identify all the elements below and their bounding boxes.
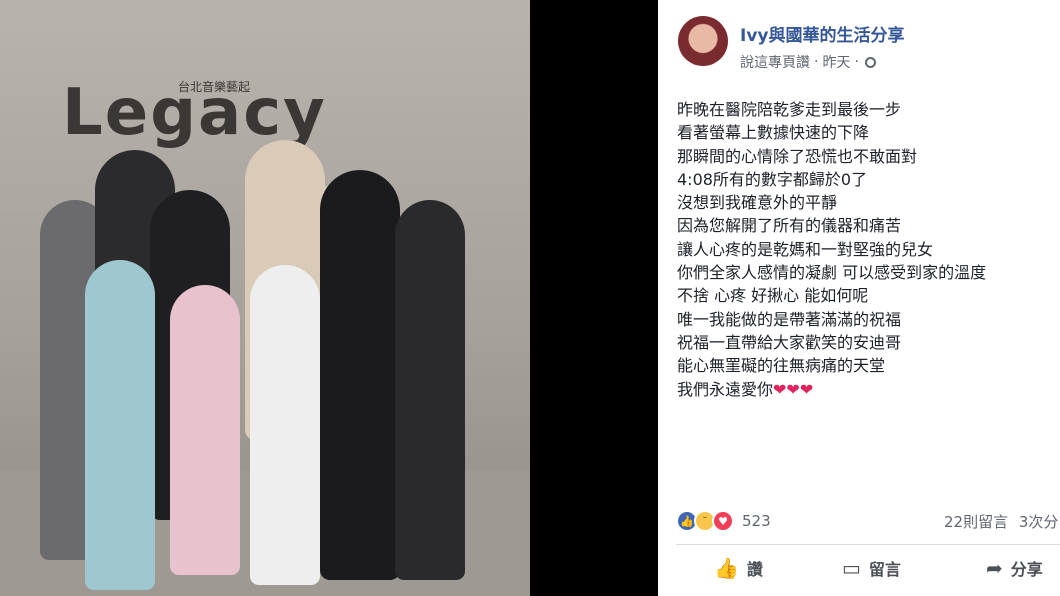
meta-separator: · bbox=[854, 54, 859, 70]
post-line-text: 我們永遠愛你 bbox=[677, 379, 774, 399]
comment-share-counts: 22則留言 3次分 bbox=[944, 511, 1058, 532]
person bbox=[395, 200, 465, 580]
reaction-summary[interactable]: 👍 ˘ ♥ 523 bbox=[676, 510, 771, 532]
page-name-link[interactable]: Ivy與國華的生活分享 bbox=[740, 21, 905, 46]
person bbox=[170, 285, 240, 575]
meta-separator: · bbox=[814, 54, 819, 70]
post-timestamp[interactable]: 昨天 bbox=[822, 52, 850, 72]
venue-sign-subtitle: 台北音樂藝起 bbox=[178, 80, 251, 94]
comment-count-link[interactable]: 22則留言 bbox=[944, 513, 1008, 531]
post-line: 因為您解開了所有的儀器和痛苦 bbox=[677, 216, 902, 236]
post-line: 唯一我能做的是帶著滿滿的祝福 bbox=[677, 309, 902, 329]
post-line: 能心無罣礙的往無病痛的天堂 bbox=[677, 356, 886, 376]
post-line: 不捨 心疼 好揪心 能如何呢 bbox=[677, 286, 869, 306]
post-line: 昨晚在醫院陪乾爹走到最後一步 bbox=[677, 100, 902, 119]
post-line-last: 我們永遠愛你❤❤❤ bbox=[677, 378, 1057, 401]
reaction-count: 523 bbox=[742, 512, 771, 530]
share-count-link[interactable]: 3次分 bbox=[1019, 513, 1059, 531]
post-panel: Ivy與國華的生活分享 說這專頁讚 · 昨天 · 昨晚在醫院陪乾爹走到最後一步 … bbox=[658, 0, 1060, 596]
post-line: 那瞬間的心情除了恐慌也不敢面對 bbox=[677, 146, 918, 166]
page-avatar[interactable] bbox=[678, 16, 728, 66]
person bbox=[320, 170, 400, 580]
photo-letterbox bbox=[530, 0, 658, 596]
post-meta: 說這專頁讚 · 昨天 · bbox=[740, 52, 876, 72]
share-button-label: 分享 bbox=[1010, 560, 1043, 579]
comment-button-label: 留言 bbox=[868, 560, 901, 579]
comment-button[interactable]: ▭ 留言 bbox=[842, 556, 901, 580]
post-line: 沒想到我確意外的平靜 bbox=[677, 193, 838, 213]
share-button[interactable]: ➦ 分享 bbox=[986, 556, 1043, 580]
globe-icon bbox=[864, 56, 876, 68]
post-text: 昨晚在醫院陪乾爹走到最後一步 看著螢幕上數據快速的下降 那瞬間的心情除了恐慌也不… bbox=[677, 98, 1057, 401]
like-button-label: 讚 bbox=[746, 560, 763, 579]
like-button[interactable]: 👍 讚 bbox=[714, 556, 763, 580]
comment-bubble-icon: ▭ bbox=[842, 556, 861, 580]
person bbox=[250, 265, 320, 585]
post-line: 4:08所有的數字都歸於0了 bbox=[677, 169, 868, 189]
post-line: 你們全家人感情的凝劇 可以感受到家的溫度 bbox=[677, 263, 987, 283]
heart-emoji-icon: ❤❤❤ bbox=[773, 379, 814, 399]
divider bbox=[676, 544, 1060, 545]
thumbs-up-icon: 👍 bbox=[714, 556, 739, 580]
post-line: 看著螢幕上數據快速的下降 bbox=[677, 123, 870, 143]
love-icon: ♥ bbox=[712, 510, 734, 532]
post-photo[interactable]: Legacy 台北音樂藝起 bbox=[0, 0, 530, 596]
post-line: 祝福一直帶給大家歡笑的安迪哥 bbox=[677, 332, 902, 352]
share-arrow-icon: ➦ bbox=[986, 556, 1003, 580]
like-page-link[interactable]: 說這專頁讚 bbox=[740, 52, 810, 72]
post-line: 讓人心疼的是乾媽和一對堅強的兒女 bbox=[677, 239, 934, 259]
person bbox=[85, 260, 155, 590]
